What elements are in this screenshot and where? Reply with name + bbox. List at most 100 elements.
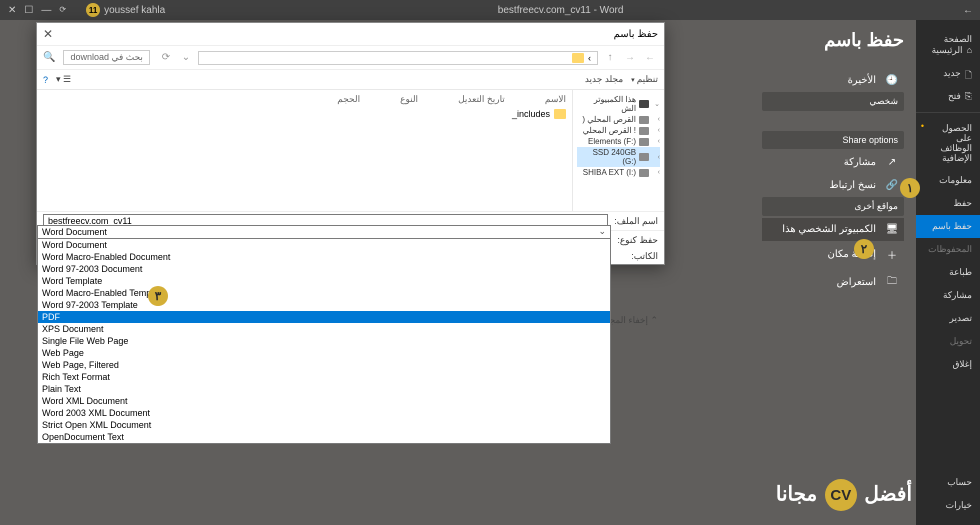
save-as-panel: حفظ باسم الأخيرة🕘 شخصي Share options مشا… <box>750 20 916 525</box>
nav-export[interactable]: تصدير <box>916 307 980 330</box>
recent-option[interactable]: الأخيرة🕘 <box>762 69 904 92</box>
maximize-icon[interactable]: ☐ <box>24 5 33 16</box>
view-menu[interactable]: ▾ ☰ <box>56 74 71 85</box>
copy-link-option[interactable]: نسخ ارتباط🔗 <box>762 174 904 197</box>
help-icon[interactable]: ? <box>43 75 48 85</box>
nav-options[interactable]: خيارات <box>916 494 980 517</box>
file-list: الاسم تاريخ التعديل النوع الحجم includes… <box>37 90 572 211</box>
new-folder-button[interactable]: مجلد جديد <box>585 74 623 85</box>
dialog-close-icon[interactable]: ✕ <box>43 27 53 41</box>
nav-new[interactable]: جديد 🗋 <box>916 62 980 85</box>
folder-entry[interactable]: includes_ <box>43 107 566 121</box>
filetype-option[interactable]: Strict Open XML Document <box>38 419 610 431</box>
tree-node[interactable]: ›القرص المحلي ( <box>577 114 660 125</box>
filetype-option[interactable]: Word Macro-Enabled Template <box>38 287 610 299</box>
add-place-option[interactable]: إضافة مكان＋ <box>762 241 904 268</box>
filetype-option[interactable]: Word 97-2003 Template <box>38 299 610 311</box>
filetype-dropdown: Word Document Word DocumentWord Macro-En… <box>37 225 611 444</box>
watermark: أفضل CV مجانا <box>776 479 912 511</box>
section-other: مواقع أخرى <box>762 197 904 216</box>
back-arrow-icon[interactable]: ← <box>963 5 973 16</box>
window-controls: ✕ ☐ — ⟳ <box>0 5 74 16</box>
nav-open[interactable]: فتح ⎘ <box>916 85 980 108</box>
share-option[interactable]: مشاركة↗ <box>762 151 904 174</box>
col-type[interactable]: النوع <box>400 94 418 105</box>
browse-option[interactable]: استعراض🗀 <box>762 268 904 297</box>
filetype-label: حفظ كنوع: <box>614 235 658 246</box>
filetype-option[interactable]: Web Page, Filtered <box>38 359 610 371</box>
filetype-option[interactable]: Single File Web Page <box>38 335 610 347</box>
col-size[interactable]: الحجم <box>337 94 360 105</box>
filetype-option[interactable]: Word Template <box>38 275 610 287</box>
col-date[interactable]: تاريخ التعديل <box>458 94 505 105</box>
autosave-toggle[interactable]: ⟳ <box>59 5 66 16</box>
folder-tree: ⌄هذا الكمبيوتر الش›القرص المحلي (›! القر… <box>572 90 664 211</box>
nav-account[interactable]: حساب <box>916 471 980 494</box>
titlebar: ✕ ☐ — ⟳ 11 youssef kahla bestfreecv.com_… <box>0 0 980 20</box>
close-icon[interactable]: ✕ <box>8 5 16 16</box>
pc-icon: 🖥 <box>884 224 900 235</box>
filetype-option[interactable]: Word Document <box>38 239 610 251</box>
filetype-option[interactable]: Word 2003 XML Document <box>38 407 610 419</box>
link-icon: 🔗 <box>884 180 900 191</box>
dialog-title: حفظ باسم <box>53 29 658 40</box>
tree-node[interactable]: ⌄هذا الكمبيوتر الش <box>577 94 660 114</box>
filetype-option[interactable]: Plain Text <box>38 383 610 395</box>
minimize-icon[interactable]: — <box>41 5 51 16</box>
backstage-nav: الصفحة الرئيسية ⌂ جديد 🗋 فتح ⎘ الحصول عل… <box>916 20 980 525</box>
nav-forward-icon[interactable]: → <box>622 52 638 63</box>
filetype-option[interactable]: OpenDocument Text <box>38 431 610 443</box>
filename-label: اسم الملف: <box>614 216 658 227</box>
home-icon: ⌂ <box>967 45 972 55</box>
search-input[interactable]: بحث في download <box>63 50 150 65</box>
nav-back-icon[interactable]: ← <box>642 52 658 63</box>
nav-close[interactable]: إغلاق <box>916 353 980 376</box>
author-label: الكاتب: <box>614 251 658 262</box>
new-icon: 🗋 <box>965 68 972 84</box>
filetype-option[interactable]: PDF <box>38 311 610 323</box>
filetype-option[interactable]: Word 97-2003 Document <box>38 263 610 275</box>
tree-node[interactable]: ›SHIBA EXT (I:) <box>577 167 660 178</box>
nav-share[interactable]: مشاركة <box>916 284 980 307</box>
folder-icon <box>554 109 566 119</box>
share-icon: ↗ <box>884 157 900 168</box>
filetype-option[interactable]: Rich Text Format <box>38 371 610 383</box>
section-personal: شخصي <box>762 92 904 111</box>
tree-node[interactable]: ›SSD 240GB (G:) <box>577 147 660 167</box>
dropdown-selected[interactable]: Word Document <box>38 226 610 239</box>
this-pc-option[interactable]: الكمبيوتر الشخصي هذا🖥 <box>762 218 904 241</box>
search-icon[interactable]: 🔍 <box>43 52 55 63</box>
user-account[interactable]: 11 youssef kahla <box>86 3 165 17</box>
tree-node[interactable]: ›! القرص المحلي <box>577 125 660 136</box>
breadcrumb[interactable]: ‹ <box>198 51 598 65</box>
filetype-option[interactable]: Word Macro-Enabled Document <box>38 251 610 263</box>
document-title: bestfreecv.com_cv11 - Word <box>165 5 956 16</box>
col-name[interactable]: الاسم <box>545 94 566 105</box>
nav-home[interactable]: الصفحة الرئيسية ⌂ <box>916 28 980 62</box>
nav-addins[interactable]: الحصول على الوظائف الإضافية <box>916 117 980 169</box>
refresh-icon[interactable]: ⟳ <box>158 52 174 63</box>
nav-info[interactable]: معلومات <box>916 169 980 192</box>
filetype-option[interactable]: Word XML Document <box>38 395 610 407</box>
filetype-option[interactable]: Web Page <box>38 347 610 359</box>
filetype-option[interactable]: XPS Document <box>38 323 610 335</box>
avatar: 11 <box>86 3 100 17</box>
plus-icon: ＋ <box>884 247 900 262</box>
section-share: Share options <box>762 131 904 149</box>
organize-menu[interactable]: تنظيم <box>631 74 658 85</box>
tree-node[interactable]: ›Elements (F:) <box>577 136 660 147</box>
chevron-down-icon[interactable]: ⌄ <box>178 52 194 63</box>
cv-badge: CV <box>825 479 857 511</box>
nav-save[interactable]: حفظ <box>916 192 980 215</box>
step-marker-3: ٣ <box>148 286 168 306</box>
folder-icon: 🗀 <box>884 274 900 291</box>
up-icon[interactable]: ↑ <box>602 52 618 63</box>
nav-history[interactable]: المحفوظات <box>916 238 980 261</box>
open-icon: ⎘ <box>965 91 972 102</box>
panel-title: حفظ باسم <box>762 30 904 51</box>
nav-print[interactable]: طباعة <box>916 261 980 284</box>
nav-transform[interactable]: تحويل <box>916 330 980 353</box>
nav-save-as[interactable]: حفظ باسم <box>916 215 980 238</box>
clock-icon: 🕘 <box>884 75 900 86</box>
step-marker-1: ١ <box>900 178 920 198</box>
